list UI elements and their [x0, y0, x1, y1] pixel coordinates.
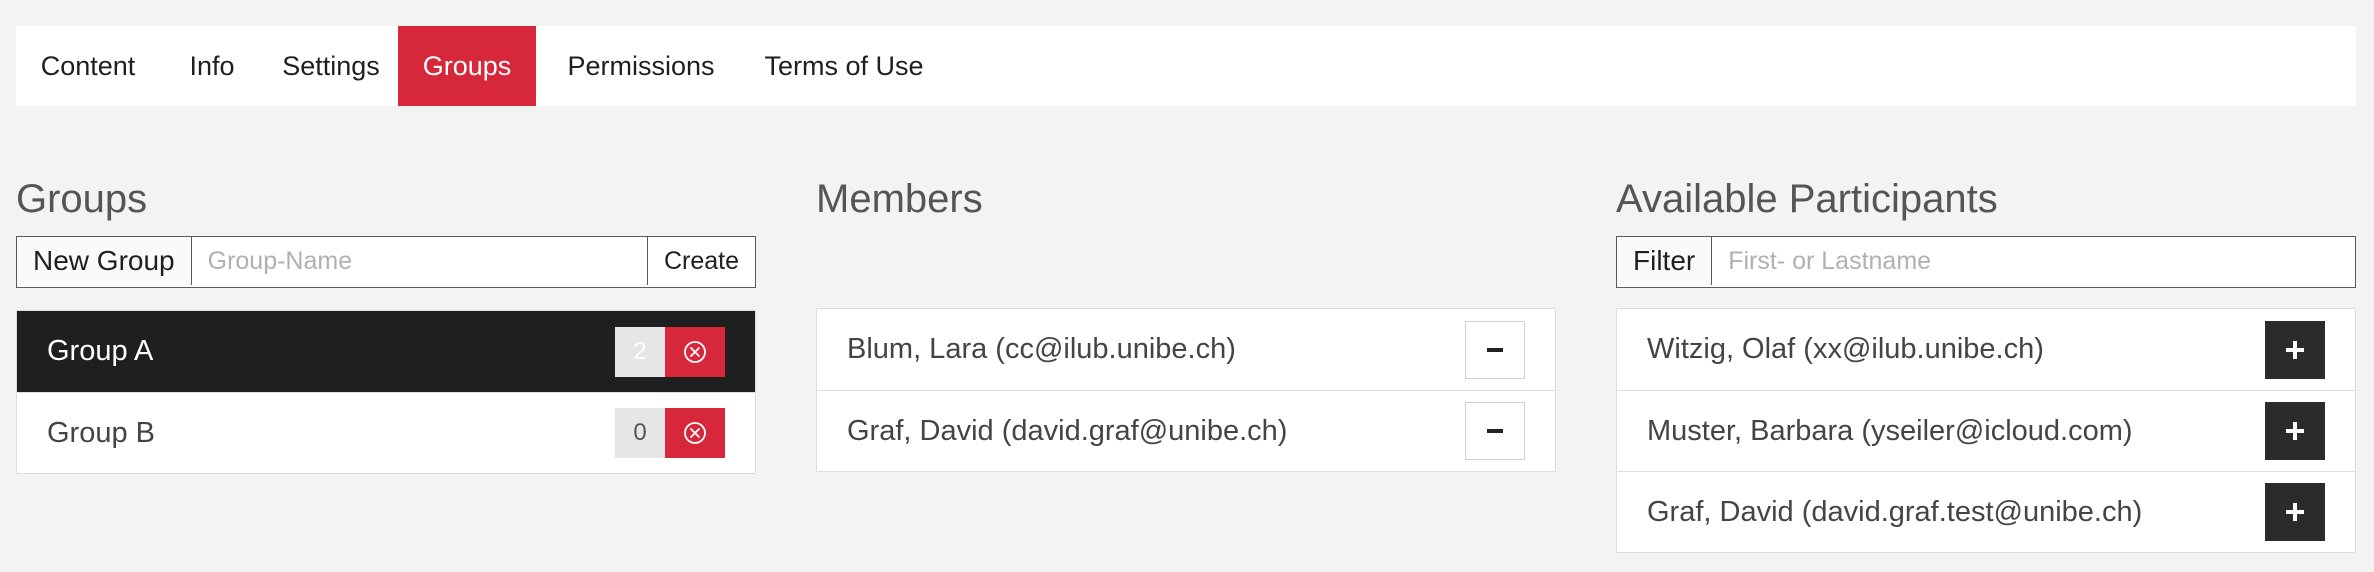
tab-terms-of-use[interactable]: Terms of Use [746, 26, 942, 106]
member-row: Blum, Lara (cc@ilub.unibe.ch) [817, 309, 1555, 390]
tab-bar: Content Info Settings Groups Permissions… [16, 26, 2356, 106]
plus-icon [2286, 503, 2304, 521]
plus-icon [2286, 340, 2304, 359]
delete-group-button[interactable] [665, 408, 725, 458]
plus-icon [2286, 422, 2304, 440]
add-participant-button[interactable] [2265, 320, 2325, 379]
participant-name: Graf, David (david.graf.test@unibe.ch) [1647, 495, 2143, 528]
participant-name: Witzig, Olaf (xx@ilub.unibe.ch) [1647, 333, 2044, 365]
member-count-badge: 2 [615, 326, 665, 377]
groups-list: Group A 2 Group B 0 [16, 310, 756, 474]
filter-label: Filter [1617, 237, 1713, 285]
tab-groups[interactable]: Groups [398, 26, 536, 106]
member-name: Blum, Lara (cc@ilub.unibe.ch) [847, 333, 1236, 365]
group-name: Group B [47, 416, 155, 449]
member-count-badge: 0 [615, 408, 665, 458]
group-actions: 0 [615, 408, 725, 458]
group-row[interactable]: Group B 0 [17, 392, 755, 473]
minus-icon [1487, 347, 1503, 352]
create-group-button[interactable]: Create [646, 237, 755, 285]
add-participant-button[interactable] [2265, 402, 2325, 460]
groups-panel: Groups New Group Create Group A 2 Group … [16, 172, 756, 474]
group-name-input[interactable] [191, 237, 647, 285]
tab-settings[interactable]: Settings [264, 26, 398, 106]
available-participants-title: Available Participants [1616, 177, 1998, 221]
participant-row: Graf, David (david.graf.test@unibe.ch) [1617, 471, 2355, 552]
available-participants-panel: Available Participants Filter Witzig, Ol… [1616, 172, 2356, 553]
remove-member-button[interactable] [1465, 320, 1525, 379]
group-name: Group A [47, 335, 154, 367]
available-participants-list: Witzig, Olaf (xx@ilub.unibe.ch) Muster, … [1616, 308, 2356, 553]
member-row: Graf, David (david.graf@unibe.ch) [817, 390, 1555, 471]
delete-group-button[interactable] [665, 326, 725, 377]
members-panel: Members Blum, Lara (cc@ilub.unibe.ch) Gr… [816, 172, 1556, 472]
filter-input[interactable] [1712, 237, 2355, 285]
groups-title: Groups [16, 177, 148, 221]
participant-name: Muster, Barbara (yseiler@icloud.com) [1647, 414, 2133, 447]
tab-content[interactable]: Content [16, 26, 160, 106]
participant-row: Muster, Barbara (yseiler@icloud.com) [1617, 390, 2355, 471]
group-actions: 2 [615, 326, 725, 377]
remove-member-button[interactable] [1465, 402, 1525, 460]
tab-permissions[interactable]: Permissions [536, 26, 746, 106]
circle-x-icon [684, 340, 706, 363]
tab-info[interactable]: Info [160, 26, 264, 106]
new-group-label: New Group [17, 237, 192, 285]
members-title: Members [816, 177, 983, 221]
group-row[interactable]: Group A 2 [17, 311, 755, 392]
add-participant-button[interactable] [2265, 483, 2325, 541]
new-group-form: New Group Create [16, 236, 756, 288]
participant-row: Witzig, Olaf (xx@ilub.unibe.ch) [1617, 309, 2355, 390]
members-list: Blum, Lara (cc@ilub.unibe.ch) Graf, Davi… [816, 308, 1556, 472]
filter-form: Filter [1616, 236, 2356, 288]
member-name: Graf, David (david.graf@unibe.ch) [847, 414, 1288, 447]
minus-icon [1487, 429, 1503, 433]
circle-x-icon [684, 422, 706, 444]
